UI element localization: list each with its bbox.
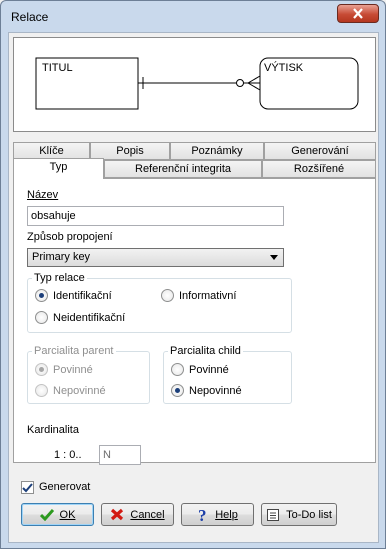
radio-button — [35, 363, 48, 376]
radio-child-povinne[interactable]: Povinné — [171, 363, 229, 376]
dialog-window: Relace TITUL VÝTISK Klíče Popis Poznámky… — [0, 0, 386, 549]
radio-label: Povinné — [189, 363, 229, 376]
chevron-down-icon — [270, 255, 278, 260]
cardinality-label: Kardinalita — [27, 424, 79, 436]
relation-diagram: TITUL VÝTISK — [13, 37, 376, 132]
cancel-label: Cancel — [130, 508, 165, 521]
radio-child-nepovinne[interactable]: Nepovinné — [171, 384, 242, 397]
cancel-x-icon — [111, 508, 124, 521]
entity-right-label: VÝTISK — [264, 62, 304, 74]
todo-list-button[interactable]: To-Do list — [261, 503, 337, 526]
join-select[interactable]: Primary key — [27, 248, 284, 267]
radio-parent-nepovinne: Nepovinné — [35, 384, 106, 397]
radio-neidentifikacni[interactable]: Neidentifikační — [35, 311, 125, 324]
radio-button[interactable] — [35, 311, 48, 324]
help-label: Help — [215, 508, 238, 521]
check-icon — [39, 508, 54, 521]
radio-label: Povinné — [53, 363, 93, 376]
radio-label: Identifikační — [53, 289, 112, 302]
ok-button[interactable]: OK — [21, 503, 94, 526]
radio-parent-povinne: Povinné — [35, 363, 93, 376]
partiality-child-group: Parcialita child Povinné Nepovinné — [163, 345, 292, 404]
radio-button — [35, 384, 48, 397]
tab-poznamky[interactable]: Poznámky — [170, 142, 264, 160]
cardinality-prefix: 1 : 0.. — [54, 449, 82, 461]
radio-button[interactable] — [171, 363, 184, 376]
radio-label: Nepovinné — [189, 384, 242, 397]
cardinality-input[interactable]: N — [99, 445, 141, 465]
entity-left-label: TITUL — [42, 62, 73, 74]
relation-type-group: Typ relace Identifikační Informativní Ne… — [27, 272, 292, 333]
tab-generovani[interactable]: Generování — [264, 142, 376, 160]
tab-referencni-integrita[interactable]: Referenční integrita — [104, 160, 262, 178]
radio-button[interactable] — [171, 384, 184, 397]
tab-panel-typ: Název obsahuje Způsob propojení Primary … — [13, 178, 376, 465]
generate-label: Generovat — [39, 481, 91, 493]
radio-button[interactable] — [161, 289, 174, 302]
ok-label: OK — [59, 508, 76, 521]
tab-typ[interactable]: Typ — [13, 158, 104, 179]
window-title: Relace — [11, 10, 49, 24]
tab-rozsirene[interactable]: Rozšířené — [262, 160, 376, 178]
name-input[interactable]: obsahuje — [27, 206, 284, 226]
check-icon — [22, 482, 33, 492]
generate-checkbox[interactable] — [21, 481, 34, 494]
radio-identifikacni[interactable]: Identifikační — [35, 289, 112, 302]
partiality-parent-label: Parcialita parent — [32, 345, 116, 357]
name-label: Název — [27, 189, 59, 201]
svg-text:?: ? — [198, 507, 207, 523]
title-bar[interactable]: Relace — [1, 1, 385, 31]
partiality-parent-group: Parcialita parent Povinné Nepovinné — [27, 345, 150, 404]
join-label: Způsob propojení — [27, 231, 113, 243]
radio-label: Informativní — [179, 289, 237, 302]
radio-informativni[interactable]: Informativní — [161, 289, 236, 302]
close-button[interactable] — [337, 4, 379, 23]
join-select-value: Primary key — [32, 251, 91, 263]
cancel-button[interactable]: Cancel — [101, 503, 174, 526]
radio-label: Neidentifikační — [53, 311, 126, 324]
question-mark-icon: ? — [198, 507, 207, 523]
partiality-child-label: Parcialita child — [168, 345, 243, 357]
close-icon — [353, 8, 363, 19]
radio-button[interactable] — [35, 289, 48, 302]
todo-list-label: To-Do list — [286, 508, 332, 521]
optional-circle — [236, 79, 244, 87]
help-button[interactable]: ? Help — [181, 503, 254, 526]
todo-list-icon — [267, 508, 280, 521]
relation-type-label: Typ relace — [32, 272, 87, 284]
dialog-client: TITUL VÝTISK Klíče Popis Poznámky Genero… — [8, 32, 379, 543]
radio-label: Nepovinné — [53, 384, 106, 397]
